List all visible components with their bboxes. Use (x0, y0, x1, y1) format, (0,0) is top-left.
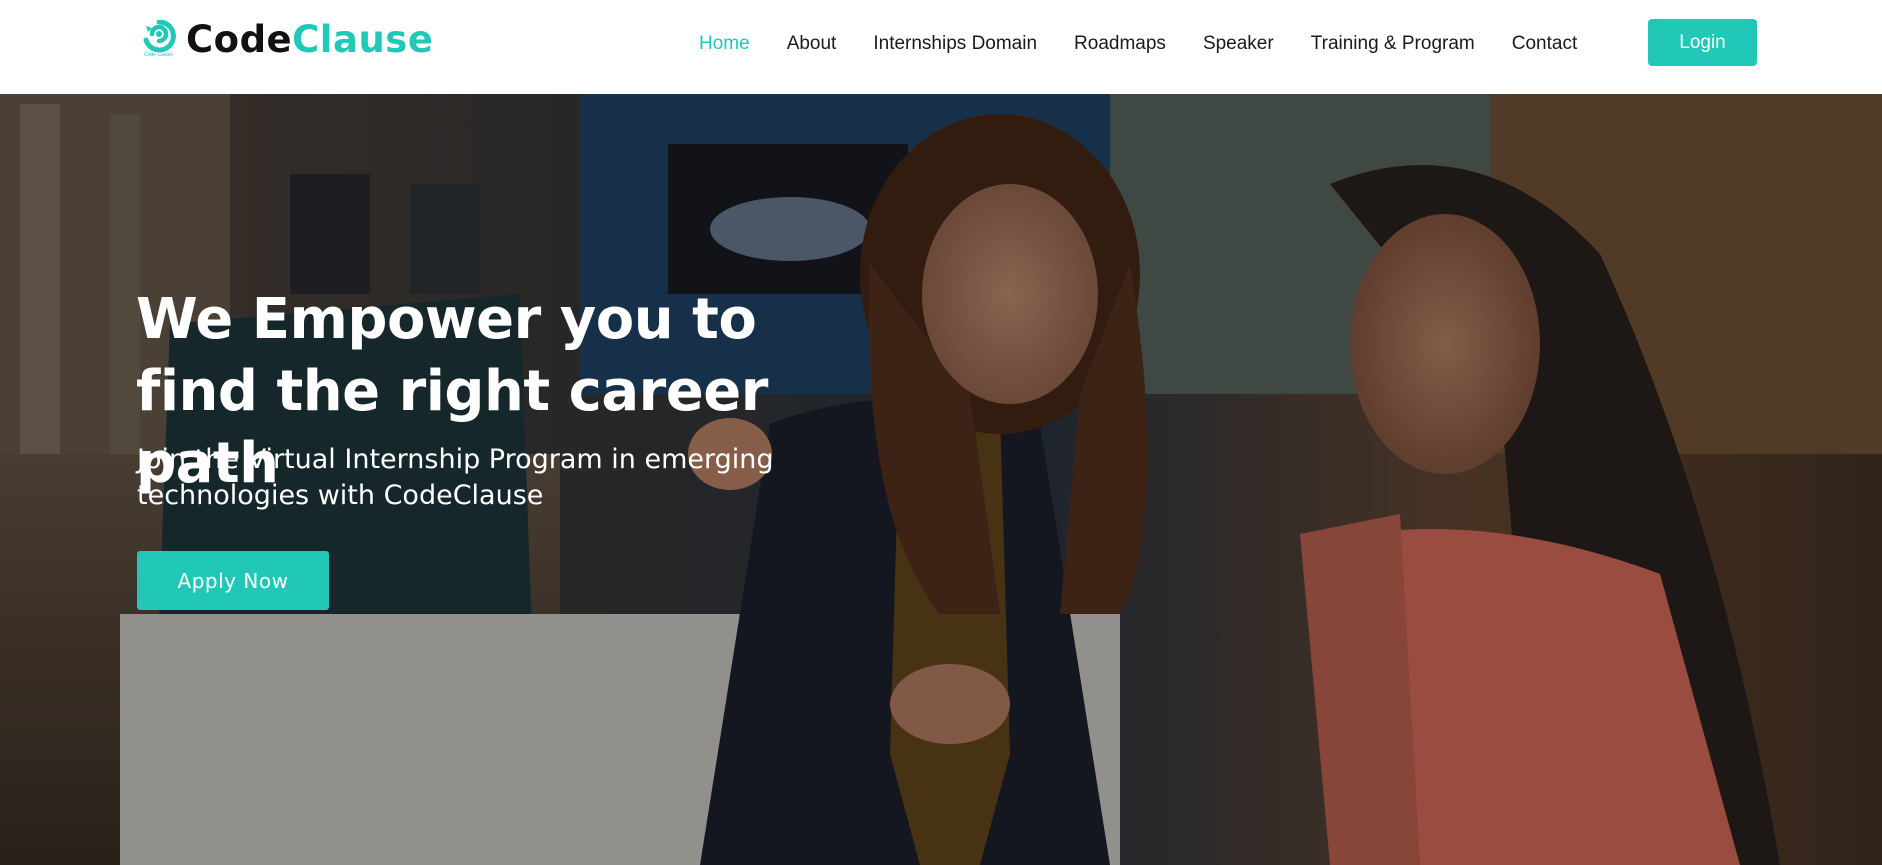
nav-training-program[interactable]: Training & Program (1311, 30, 1475, 58)
hero-subtitle: Join the Virtual Internship Program in e… (137, 444, 774, 511)
nav-roadmaps[interactable]: Roadmaps (1074, 30, 1166, 58)
brand-logo[interactable]: Code Clause CodeClause (142, 18, 433, 62)
brand-wordmark: CodeClause (186, 18, 433, 62)
site-header: Code Clause CodeClause Home About Intern… (0, 0, 1882, 94)
brand-name-clause: Clause (292, 18, 434, 61)
apply-now-button[interactable]: Apply Now (137, 551, 329, 610)
nav-speaker[interactable]: Speaker (1203, 30, 1274, 58)
main-nav: Home About Internships Domain Roadmaps S… (699, 30, 1577, 58)
nav-about[interactable]: About (787, 30, 837, 58)
hero-section: We Empower you to find the right career … (0, 94, 1882, 865)
login-button[interactable]: Login (1648, 19, 1757, 66)
swirl-logo-icon: Code Clause (142, 18, 178, 62)
nav-internships-domain[interactable]: Internships Domain (873, 30, 1037, 58)
brand-name-code: Code (186, 18, 293, 61)
nav-home[interactable]: Home (699, 30, 750, 58)
logo-small-text: Code Clause (144, 52, 173, 58)
nav-contact[interactable]: Contact (1512, 30, 1577, 58)
